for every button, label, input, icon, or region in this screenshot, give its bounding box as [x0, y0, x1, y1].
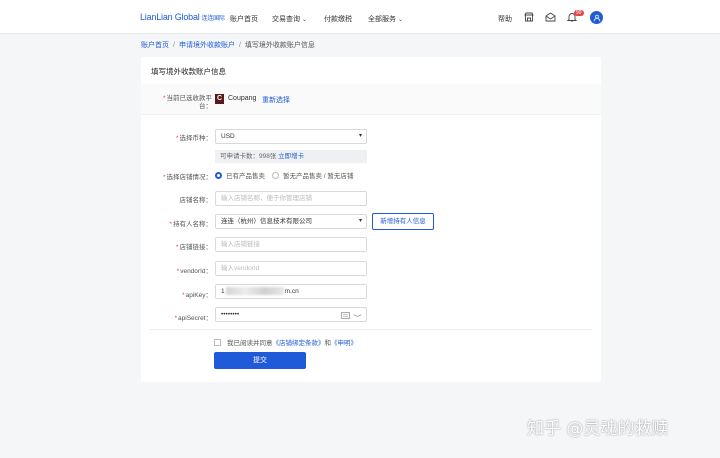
radio-no-products[interactable]: 暂无产品售卖 / 暂无店铺	[272, 170, 353, 180]
nav-account-home[interactable]: 账户首页	[230, 14, 258, 24]
keyboard-icon[interactable]	[341, 311, 350, 321]
nav-label: 全部服务	[368, 16, 396, 23]
holder-label: *持有人名称：	[169, 221, 212, 228]
quota-text: 可申请卡数：998张	[220, 153, 277, 160]
caret-down-icon: ▾	[358, 218, 362, 224]
currency-label: *选择币种：	[175, 135, 212, 142]
breadcrumb: 账户首页 / 申请境外收款账户 / 填写境外收款账户信息	[141, 40, 315, 50]
breadcrumb-current: 填写境外收款账户信息	[244, 42, 315, 49]
submit-button[interactable]: 提交	[214, 352, 306, 369]
nav-all-services[interactable]: 全部服务 ⌄	[368, 14, 403, 24]
reselect-link[interactable]: 重新选择	[262, 95, 290, 105]
breadcrumb-separator: /	[238, 42, 241, 49]
shop-name-input[interactable]: 输入店铺名称，便于你管理店铺	[215, 191, 367, 206]
apikey-label: *apiKey：	[182, 292, 212, 299]
quota-info: 可申请卡数：998张 立即增卡	[215, 150, 367, 163]
platform-label: *当前已选收款平台：	[162, 95, 212, 110]
nav-payments[interactable]: 付款缴税	[324, 14, 352, 24]
coupang-logo-icon: C	[215, 94, 224, 104]
shop-status-label: *选择店铺情况：	[162, 174, 212, 181]
redacted-blur	[225, 287, 284, 296]
help-link[interactable]: 帮助	[498, 14, 512, 24]
breadcrumb-home[interactable]: 账户首页	[141, 42, 169, 49]
agreement-row: 我已阅读并同意 《店铺绑定条款》 和 《申明》	[214, 337, 357, 347]
breadcrumb-apply-account[interactable]: 申请境外收款账户	[179, 42, 235, 49]
logo-text: LianLian Global	[140, 12, 200, 22]
top-navbar: LianLian Global 连连国际 账户首页 交易查询 ⌄ 付款缴税 全部服务…	[0, 0, 720, 34]
user-avatar-icon[interactable]	[590, 11, 603, 24]
apikey-prefix: 1	[221, 288, 225, 295]
breadcrumb-separator: /	[173, 42, 175, 49]
form-title: 填写境外收款账户信息	[151, 67, 226, 76]
radio-label: 已有产品售卖	[226, 173, 265, 180]
holder-select[interactable]: 连连（杭州）信息技术有限公司 ▾	[215, 214, 367, 229]
vendor-input[interactable]: 输入vendorId	[215, 261, 367, 276]
apikey-input[interactable]: 1 m.cn	[215, 284, 367, 299]
nav-label: 付款缴税	[324, 16, 352, 23]
agreement-checkbox[interactable]	[214, 338, 221, 346]
mail-icon[interactable]	[544, 11, 556, 23]
shop-icon[interactable]	[523, 11, 535, 23]
terms-link[interactable]: 《店铺绑定条款》	[273, 337, 325, 347]
nav-label: 交易查询	[272, 16, 300, 23]
eye-closed-icon[interactable]	[353, 311, 362, 321]
shop-name-label: 店铺名称：	[179, 197, 213, 204]
add-holder-button[interactable]: 新增持有人信息	[372, 213, 434, 230]
caret-down-icon: ▾	[358, 133, 362, 139]
chevron-down-icon: ⌄	[398, 17, 404, 23]
add-card-link[interactable]: 立即增卡	[278, 153, 304, 160]
apisecret-label: *apiSecret：	[174, 315, 213, 322]
nav-transactions[interactable]: 交易查询 ⌄	[272, 14, 307, 24]
holder-value: 连连（杭州）信息技术有限公司	[221, 218, 312, 225]
watermark: 知乎 @灵魂的救赎	[527, 419, 669, 439]
statement-link[interactable]: 《申明》	[331, 337, 357, 347]
nav-label: 账户首页	[230, 16, 258, 23]
radio-has-products[interactable]: 已有产品售卖	[215, 170, 265, 180]
shop-link-input[interactable]: 输入店铺链接	[215, 237, 367, 252]
currency-select[interactable]: USD ▾	[215, 129, 367, 144]
platform-name: Coupang	[228, 95, 257, 102]
apisecret-value: ••••••••	[221, 311, 240, 318]
form-divider	[150, 329, 592, 330]
radio-unchecked-icon	[272, 171, 279, 179]
apikey-suffix: m.cn	[284, 288, 299, 295]
notification-badge: 99	[574, 10, 584, 16]
apisecret-input[interactable]: ••••••••	[215, 307, 367, 322]
radio-checked-icon	[215, 171, 222, 179]
agreement-text: 我已阅读并同意	[227, 340, 273, 347]
chevron-down-icon: ⌄	[302, 17, 308, 23]
logo-cn-text: 连连国际	[201, 16, 225, 22]
radio-label: 暂无产品售卖 / 暂无店铺	[283, 173, 354, 180]
brand-logo[interactable]: LianLian Global 连连国际	[140, 12, 225, 22]
currency-value: USD	[221, 133, 235, 140]
shop-link-label: *店铺链接：	[175, 244, 212, 251]
vendor-label: *vendorId：	[176, 268, 212, 275]
